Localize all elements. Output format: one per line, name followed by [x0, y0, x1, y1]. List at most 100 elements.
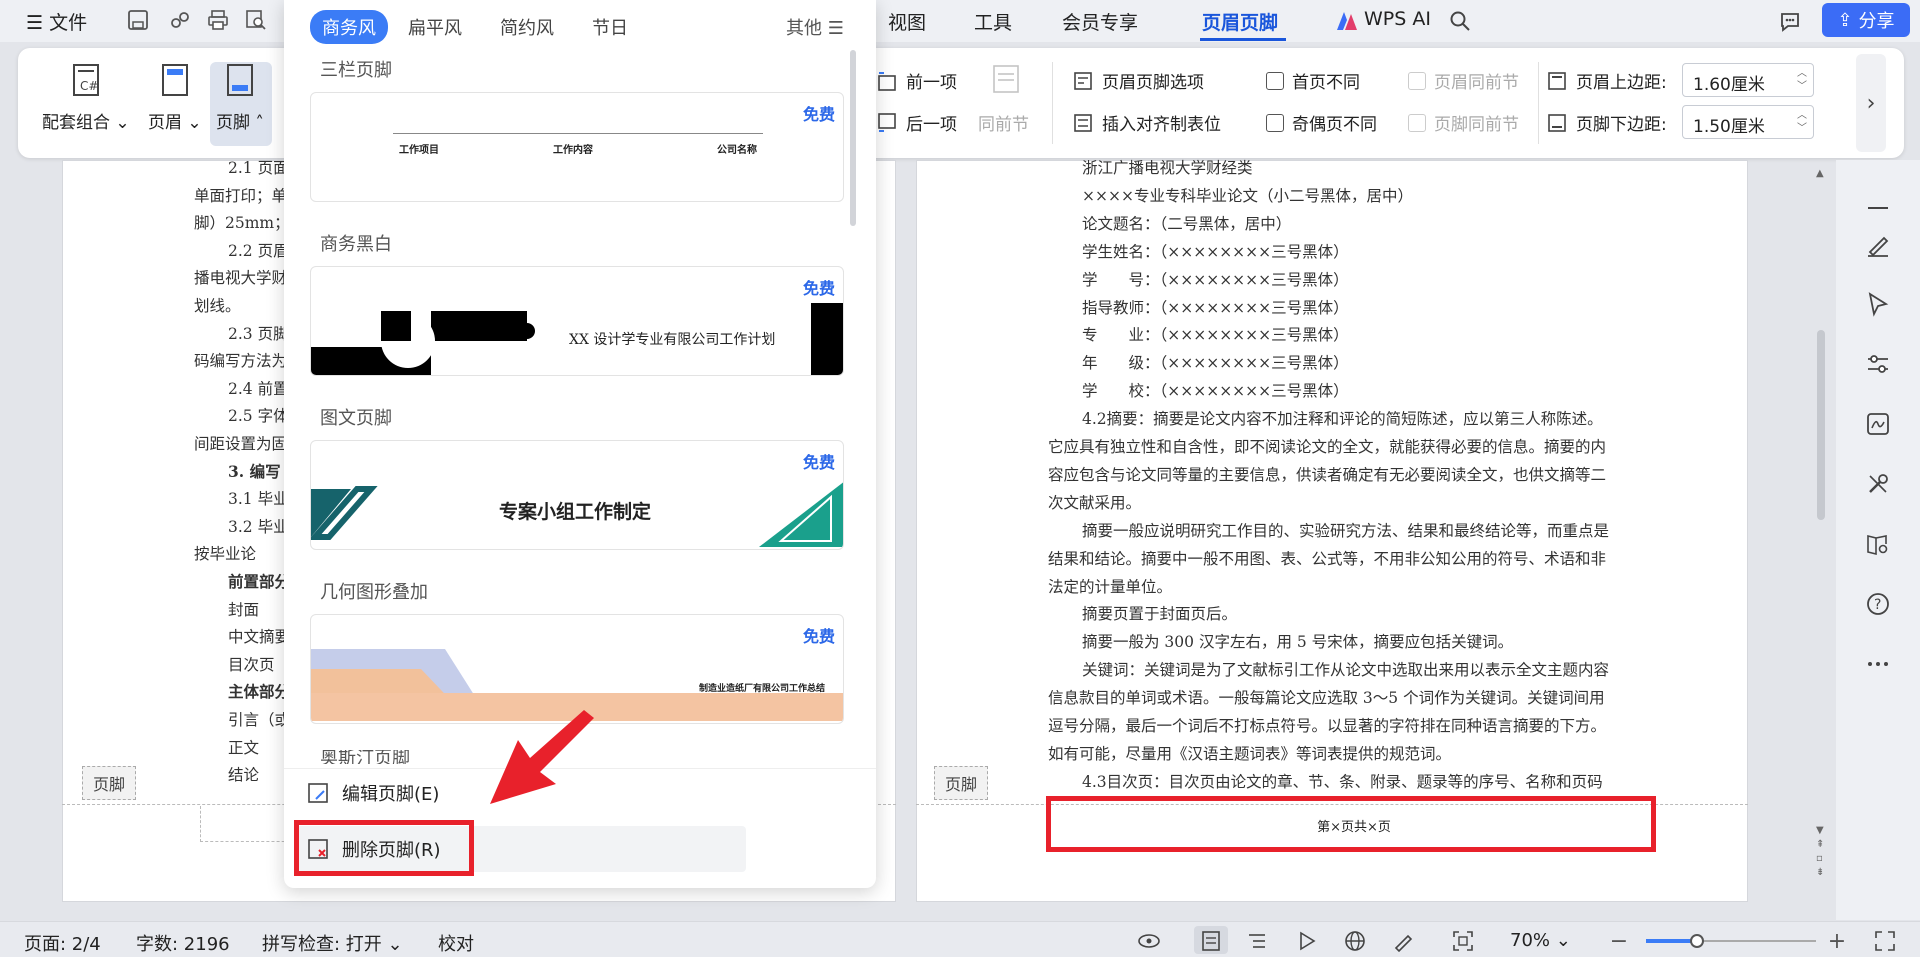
svg-text:C#: C# [80, 79, 98, 93]
footer-same-prev-label: 页脚同前节 [1434, 115, 1519, 135]
menu-tools[interactable]: 工具 [974, 8, 1012, 35]
doc-text-line: 论文题名：（二号黑体，居中） [1082, 214, 1292, 233]
next-item-button[interactable]: 后一项 [876, 110, 957, 135]
tab-flat[interactable]: 扁平风 [396, 10, 474, 44]
header-margin-icon [1548, 71, 1566, 90]
zoom-slider-handle[interactable] [1690, 934, 1704, 948]
pen-icon[interactable] [1864, 230, 1892, 258]
other-menu[interactable]: 其他 ☰ [786, 14, 844, 40]
doc-text-line: 结果和结论。摘要中一般不用图、表、公式等，不用非公知公用的符号、术语和非 [1048, 549, 1607, 568]
doc-scrollbar[interactable]: ▲ ▼ ⇞ ▫ ⇟ [1812, 160, 1832, 920]
zoom-out-icon[interactable]: − [1606, 928, 1632, 954]
template-text: 制造业造纸厂有限公司工作总结 [699, 684, 826, 694]
draw-icon[interactable] [1390, 928, 1416, 954]
combo-label: 配套组合 [42, 113, 110, 133]
spell-check-label: 拼写检查: 打开 [262, 934, 382, 955]
doc-text-line: 学生姓名：（××××××××三号黑体） [1082, 242, 1349, 261]
footer-template-card[interactable]: 免费 工作项目 工作内容 公司名称 [310, 92, 844, 202]
options-icon [1074, 71, 1092, 90]
menu-view[interactable]: 视图 [888, 8, 926, 35]
stepper-arrows-icon[interactable]: ︿ ﹀ [1797, 109, 1807, 135]
combo-button[interactable]: C# 配套组合 ⌄ [42, 48, 130, 133]
footer-template-card[interactable]: 免费 专案小组工作制定 [310, 440, 844, 550]
footer-bottom-margin-input[interactable]: 1.50厘米 ︿ ﹀ [1682, 105, 1814, 139]
zoom-level-dropdown[interactable]: 70% ⌄ [1510, 930, 1571, 951]
doc-text-line: ××××专业专科毕业论文（小二号黑体，居中） [1082, 186, 1413, 205]
file-menu[interactable]: ☰ 文件 [26, 8, 87, 35]
footer-tag-left: 页脚 [82, 766, 137, 800]
file-menu-label: 文件 [49, 12, 88, 34]
header-top-margin-input[interactable]: 1.60厘米 ︿ ﹀ [1682, 63, 1814, 97]
ribbon-divider [1052, 62, 1053, 144]
page-view-icon[interactable] [1198, 928, 1224, 954]
play-icon[interactable] [1294, 928, 1320, 954]
eye-icon[interactable] [1136, 928, 1162, 954]
template-text: 工作内容 [553, 145, 593, 156]
doc-text-line: 引言（或 [228, 711, 291, 729]
hf-options-button[interactable]: 页眉页脚选项 [1072, 68, 1204, 93]
svg-text:?: ? [1874, 597, 1881, 613]
scroll-up-icon[interactable]: ▲ [1816, 168, 1824, 179]
chat-icon[interactable] [1776, 7, 1804, 35]
more-icon[interactable] [1864, 650, 1892, 678]
link-icon[interactable] [166, 6, 194, 34]
footer-button[interactable]: 页脚 ˄ [216, 48, 264, 133]
proofread-button[interactable]: 校对 [438, 930, 474, 956]
diff-odd-even-checkbox[interactable]: 奇偶页不同 [1266, 110, 1377, 135]
share-button[interactable]: ⇪ 分享 [1822, 3, 1910, 37]
search-icon[interactable] [1446, 7, 1474, 35]
footer-bottom-margin-label: 页脚下边距: [1576, 115, 1667, 135]
diff-first-checkbox[interactable]: 首页不同 [1266, 68, 1360, 93]
web-view-icon[interactable] [1342, 928, 1368, 954]
footer-label: 页脚 [216, 113, 250, 133]
tools-icon[interactable] [1864, 470, 1892, 498]
settings-sliders-icon[interactable] [1864, 350, 1892, 378]
preview-search-icon[interactable] [242, 6, 270, 34]
status-bar: 页面: 2/4 字数: 2196 拼写检查: 打开 ⌄ 校对 70% ⌄ − + [0, 921, 1920, 957]
save-icon[interactable] [124, 6, 152, 34]
header-button[interactable]: 页眉 ⌄ [148, 48, 202, 133]
insert-tab-button[interactable]: 插入对齐制表位 [1072, 110, 1221, 135]
doc-text-line: 主体部分 [228, 682, 291, 702]
help-icon[interactable]: ? [1864, 590, 1892, 618]
prev-item-button[interactable]: 前一项 [876, 68, 957, 93]
doc-text-line: 封面 [228, 600, 260, 619]
word-count[interactable]: 字数: 2196 [136, 930, 230, 956]
stepper-arrows-icon[interactable]: ︿ ﹀ [1797, 67, 1807, 93]
ribbon-scroll-right-icon[interactable]: › [1856, 54, 1886, 152]
scrollbar-thumb[interactable] [1817, 330, 1825, 520]
cursor-icon[interactable] [1864, 290, 1892, 318]
doc-text-line: 学 号：（××××××××三号黑体） [1082, 270, 1349, 289]
book-search-icon[interactable] [1864, 530, 1892, 558]
signature-icon[interactable] [1864, 410, 1892, 438]
highlight-box-delete [294, 820, 474, 876]
tab-business[interactable]: 商务风 [310, 10, 388, 44]
menu-member[interactable]: 会员专享 [1062, 8, 1138, 35]
fit-screen-icon[interactable] [1450, 928, 1476, 954]
menu-wps-ai[interactable]: WPS AI [1364, 8, 1431, 30]
free-badge: 免费 [802, 105, 835, 124]
header-top-margin-label: 页眉上边距: [1576, 73, 1667, 93]
spell-check-toggle[interactable]: 拼写检查: 打开 ⌄ [262, 930, 403, 956]
doc-text-line: 3.2 毕业 [228, 517, 289, 536]
same-as-prev-button: 同前节 [978, 115, 1029, 135]
doc-text-line: 指导教师：（××××××××三号黑体） [1082, 298, 1349, 317]
page-indicator[interactable]: 页面: 2/4 [24, 930, 101, 956]
template-text: 专案小组工作制定 [499, 501, 652, 523]
tab-holiday[interactable]: 节日 [580, 10, 640, 44]
footer-template-card[interactable]: 免费 制造业造纸厂有限公司工作总结 [310, 614, 844, 724]
outline-view-icon[interactable] [1244, 928, 1270, 954]
doc-text-line: 摘要页置于封面页后。 [1082, 605, 1238, 624]
panel-scrollbar[interactable] [850, 50, 856, 226]
menu-header-footer[interactable]: 页眉页脚 [1202, 8, 1278, 35]
footer-template-card[interactable]: 免费 XX 设计学专业有限公司工作计划 [310, 266, 844, 376]
zoom-in-icon[interactable]: + [1824, 928, 1850, 954]
tab-simple[interactable]: 简约风 [488, 10, 566, 44]
print-icon[interactable] [204, 6, 232, 34]
insert-tab-icon [1074, 113, 1092, 132]
fullscreen-icon[interactable] [1872, 928, 1898, 954]
minus-icon[interactable] [1864, 194, 1892, 222]
edit-footer-button[interactable]: 编辑页脚(E) [306, 780, 439, 806]
scroll-down-icons[interactable]: ▼ ⇞ ▫ ⇟ [1816, 824, 1824, 880]
doc-text-line: 结论 [228, 766, 260, 785]
